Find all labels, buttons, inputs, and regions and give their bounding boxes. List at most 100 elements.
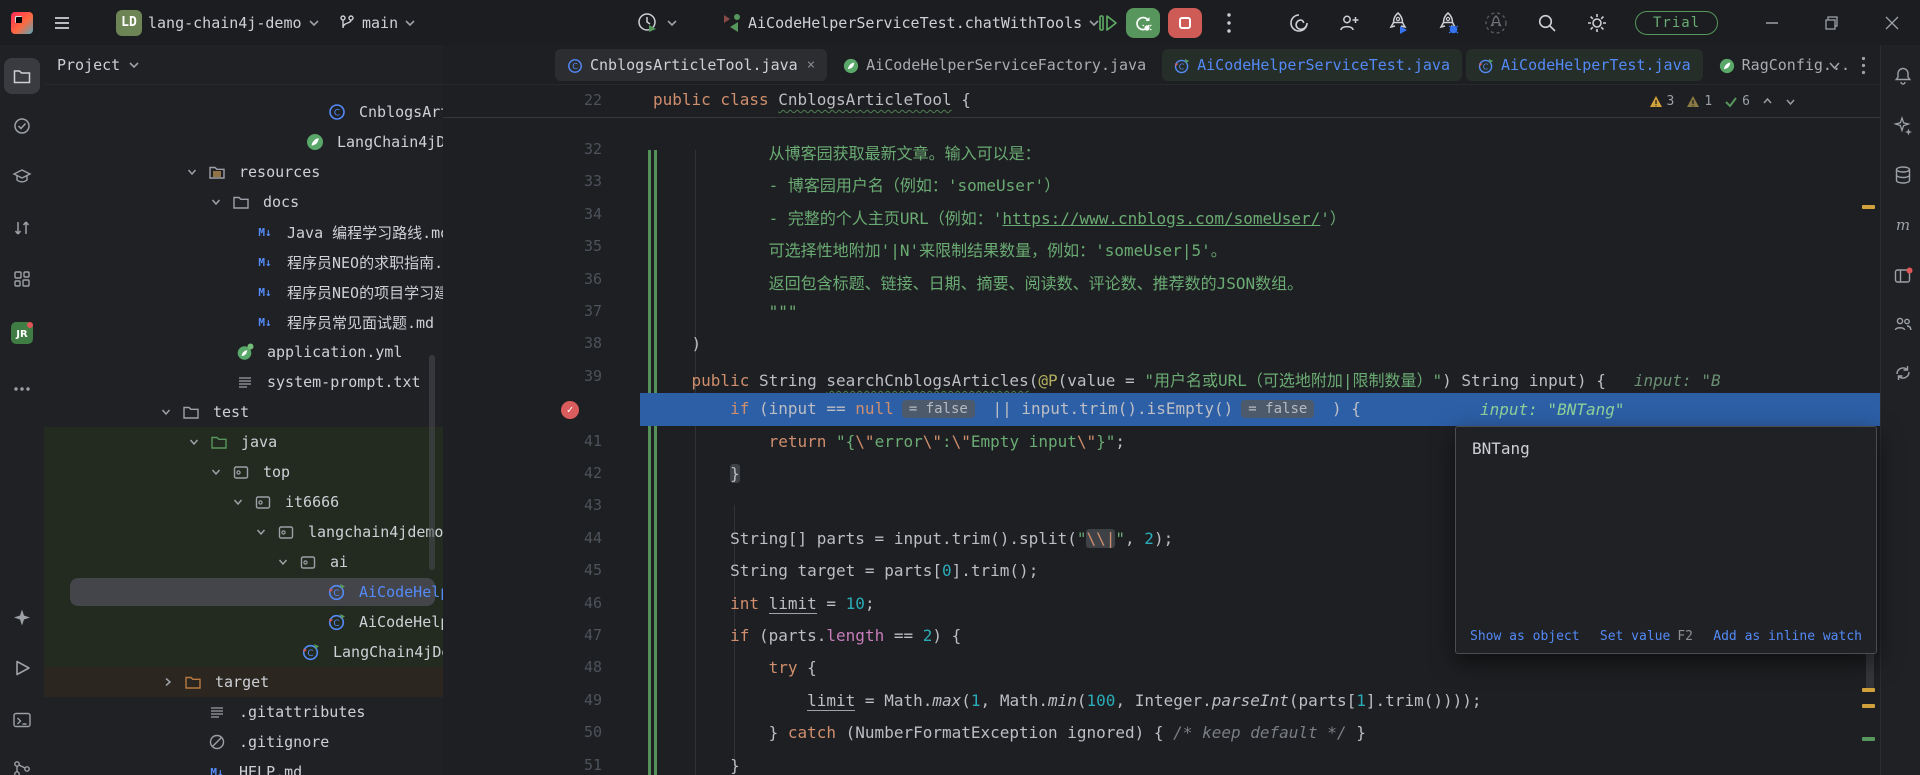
- tree-expand-chevron-icon[interactable]: [158, 404, 174, 420]
- inspection-ok-count[interactable]: 6: [1724, 94, 1750, 109]
- tree-expand-chevron-icon[interactable]: [208, 194, 224, 210]
- structure-button[interactable]: [4, 261, 40, 297]
- project-folder-button[interactable]: [4, 58, 40, 94]
- tree-item-ai[interactable]: ai: [44, 547, 443, 577]
- tab-options-kebab-icon[interactable]: [1861, 56, 1866, 75]
- rocket-debug-button[interactable]: [1436, 0, 1460, 45]
- line-number[interactable]: 34: [443, 205, 602, 223]
- tree-item-java[interactable]: java: [44, 427, 443, 457]
- project-tree-scrollbar[interactable]: [429, 355, 435, 570]
- tree-item-top[interactable]: top: [44, 457, 443, 487]
- line-number[interactable]: 49: [443, 691, 602, 709]
- tree-item-it6666[interactable]: it6666: [44, 487, 443, 517]
- tab-aicodehelpertest-java[interactable]: C AiCodeHelperTest.java: [1466, 48, 1703, 81]
- terminal-button[interactable]: [4, 702, 40, 738]
- line-number[interactable]: 44: [443, 529, 602, 547]
- line-number[interactable]: 45: [443, 561, 602, 579]
- minimize-button[interactable]: [1762, 0, 1782, 45]
- sync-button[interactable]: [1885, 355, 1920, 391]
- tree-item-target[interactable]: target: [44, 667, 443, 697]
- tree-collapse-chevron-icon[interactable]: [160, 674, 176, 690]
- line-number[interactable]: 48: [443, 658, 602, 676]
- more-tools-button[interactable]: [4, 371, 40, 407]
- tree-expand-chevron-icon[interactable]: [275, 554, 291, 570]
- prev-problem-chevron-icon[interactable]: [1762, 96, 1773, 107]
- commit-button[interactable]: [4, 108, 40, 144]
- spark-button[interactable]: [1885, 108, 1920, 144]
- people-button[interactable]: [1885, 306, 1920, 342]
- stripe-warning-mark[interactable]: [1862, 688, 1875, 692]
- line-number[interactable]: 43: [443, 496, 602, 514]
- line-number[interactable]: 39: [443, 367, 602, 385]
- tree-expand-chevron-icon[interactable]: [208, 464, 224, 480]
- ai-assistant-button[interactable]: [4, 600, 40, 636]
- database-button[interactable]: [1885, 157, 1920, 193]
- main-menu-button[interactable]: [52, 0, 72, 45]
- tab-aicodehelperservicetest-java[interactable]: C AiCodeHelperServiceTest.java: [1162, 48, 1462, 81]
- tree-item-cnblogsarticletool[interactable]: C CnblogsArticleTool: [44, 97, 443, 127]
- inspection-warning-weak-count[interactable]: 1: [1686, 94, 1712, 109]
- line-number[interactable]: 32: [443, 140, 602, 158]
- line-number[interactable]: 38: [443, 334, 602, 352]
- next-problem-chevron-icon[interactable]: [1785, 96, 1796, 107]
- tree-item-langchain4jdemoapplication[interactable]: LangChain4jDemoApplication: [44, 127, 443, 157]
- rocket-disabled-button[interactable]: [1484, 0, 1508, 45]
- tree-expand-chevron-icon[interactable]: [186, 434, 202, 450]
- run-configuration-selector[interactable]: AiCodeHelperServiceTest.chatWithTools: [722, 0, 1100, 45]
- more-actions-button[interactable]: [1226, 0, 1232, 45]
- debugger-value-field[interactable]: BNTang: [1472, 439, 1530, 458]
- tree-item-java-.md[interactable]: M↓ Java 编程学习路线.md: [44, 217, 443, 247]
- plugin-panel-button[interactable]: [1885, 258, 1920, 294]
- code-with-me-button[interactable]: [1338, 0, 1360, 45]
- line-number[interactable]: 47: [443, 626, 602, 644]
- tree-expand-chevron-icon[interactable]: [230, 494, 246, 510]
- stripe-warning-mark[interactable]: [1862, 205, 1875, 209]
- jrebel-button[interactable]: JR: [4, 315, 40, 351]
- add-as-inline-watch-link[interactable]: Add as inline watch: [1713, 629, 1862, 644]
- show-as-object-link[interactable]: Show as object: [1470, 629, 1580, 644]
- tree-item--neo-.md[interactable]: M↓ 程序员NEO的项目学习建议.md: [44, 277, 443, 307]
- line-number[interactable]: 33: [443, 172, 602, 190]
- breakpoint-icon[interactable]: ✓: [561, 400, 579, 419]
- notifications-bell-button[interactable]: [1885, 58, 1920, 94]
- set-value-link[interactable]: Set value F2: [1600, 629, 1693, 644]
- tree-item-aicodehelperservicetest[interactable]: C AiCodeHelperServiceTest: [44, 577, 443, 607]
- line-number[interactable]: 41: [443, 432, 602, 450]
- tree-expand-chevron-icon[interactable]: [184, 164, 200, 180]
- profiler-button[interactable]: [636, 0, 678, 45]
- project-panel-header[interactable]: Project: [44, 45, 443, 85]
- rerun-debug-button[interactable]: [1126, 0, 1160, 45]
- maximize-button[interactable]: [1822, 0, 1842, 45]
- tree-item-help.md[interactable]: M↓ HELP.md: [44, 757, 443, 775]
- tree-item--neo-.md[interactable]: M↓ 程序员NEO的求职指南.md: [44, 247, 443, 277]
- tree-item-docs[interactable]: docs: [44, 187, 443, 217]
- tab-close-icon[interactable]: ×: [807, 57, 815, 73]
- tab-cnblogsarticletool-java[interactable]: C CnblogsArticleTool.java ×: [555, 48, 828, 81]
- tree-item-langchain4jdemo[interactable]: langchain4jdemo: [44, 517, 443, 547]
- pull-requests-button[interactable]: [4, 210, 40, 246]
- line-number[interactable]: 37: [443, 302, 602, 320]
- learn-button[interactable]: [4, 158, 40, 194]
- line-number[interactable]: 36: [443, 270, 602, 288]
- stripe-warning-mark[interactable]: [1862, 704, 1875, 708]
- line-number[interactable]: 50: [443, 723, 602, 741]
- line-number[interactable]: 42: [443, 464, 602, 482]
- junie-spiral-button[interactable]: [1288, 0, 1310, 45]
- trial-badge[interactable]: Trial: [1635, 0, 1719, 45]
- tree-item-system-prompt.txt[interactable]: system-prompt.txt: [44, 367, 443, 397]
- inspections-widget[interactable]: 316: [1649, 85, 1796, 117]
- tab-aicodehelperservicefactory-java[interactable]: AiCodeHelperServiceFactory.java: [831, 49, 1158, 81]
- settings-button[interactable]: [1586, 0, 1608, 45]
- maven-button[interactable]: m: [1885, 207, 1920, 243]
- tree-item-aicodehelpertest[interactable]: C AiCodeHelperTest: [44, 607, 443, 637]
- run-button[interactable]: [4, 650, 40, 686]
- line-number[interactable]: 46: [443, 594, 602, 612]
- line-number[interactable]: 35: [443, 237, 602, 255]
- tree-item-.gitattributes[interactable]: .gitattributes: [44, 697, 443, 727]
- tab-list-chevron-icon[interactable]: [1828, 59, 1841, 72]
- inspection-warning-count[interactable]: 3: [1649, 94, 1674, 109]
- tree-item-resources[interactable]: resources: [44, 157, 443, 187]
- rocket-run-button[interactable]: [1386, 0, 1410, 45]
- resume-button[interactable]: [1096, 0, 1120, 45]
- tree-item-test[interactable]: test: [44, 397, 443, 427]
